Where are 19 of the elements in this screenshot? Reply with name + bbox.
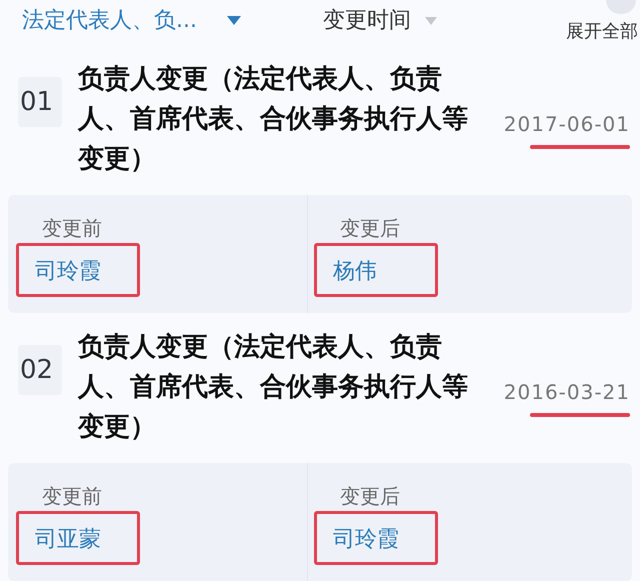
record-date: 2017-06-01 — [504, 111, 630, 138]
caret-icon — [226, 16, 241, 25]
after-label: 变更后 — [339, 215, 401, 242]
filter-dropdown[interactable]: 法定代表人、负... — [22, 4, 241, 37]
person-name[interactable]: 司玲霞 — [314, 511, 438, 565]
record-date: 2016-03-21 — [504, 379, 630, 406]
before-label: 变更前 — [41, 215, 103, 242]
before-label: 变更前 — [41, 483, 103, 510]
caret-icon — [424, 16, 437, 24]
person-name[interactable]: 司玲霞 — [16, 243, 140, 297]
sort-dropdown[interactable]: 变更时间 — [322, 4, 437, 37]
record-number: 01 — [19, 86, 54, 118]
record-title: 负责人变更（法定代表人、负责人、首席代表、合伙事务执行人等变更） — [78, 331, 469, 444]
after-label: 变更后 — [339, 483, 401, 510]
record-title: 负责人变更（法定代表人、负责人、首席代表、合伙事务执行人等变更） — [78, 63, 469, 176]
person-name[interactable]: 杨伟 — [314, 243, 438, 297]
person-name[interactable]: 司亚蒙 — [16, 511, 140, 565]
record-number: 02 — [19, 354, 54, 386]
expand-all-button[interactable]: 展开全部 — [566, 18, 640, 45]
